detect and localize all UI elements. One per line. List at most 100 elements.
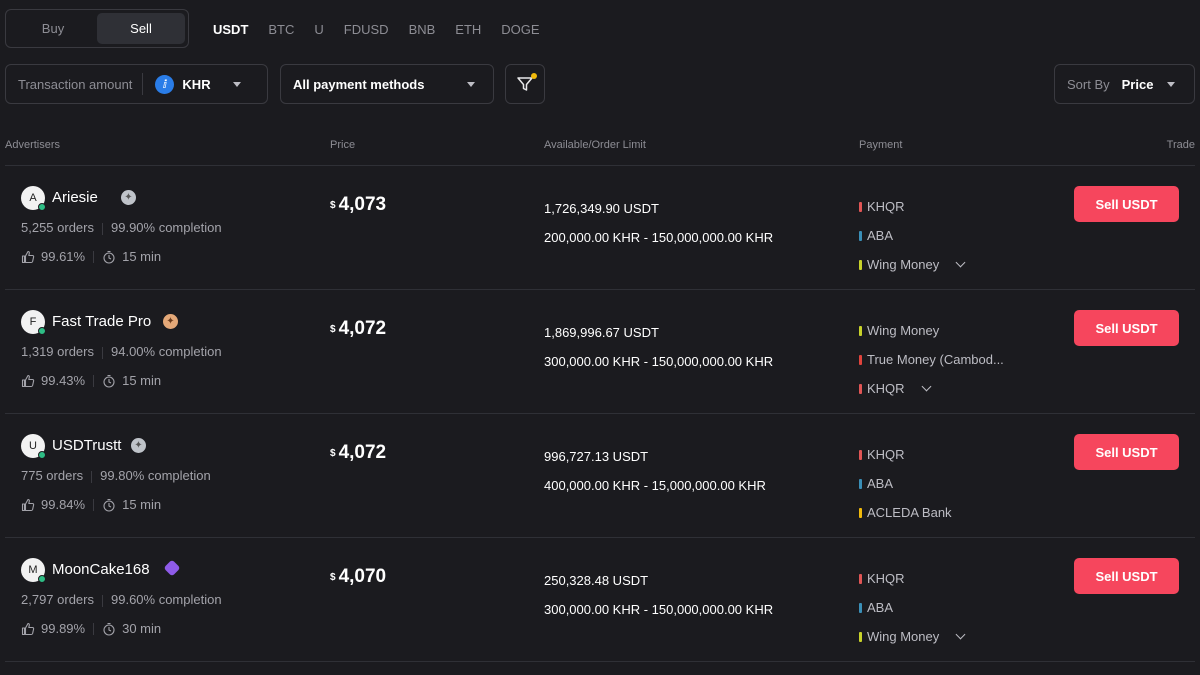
fiat-currency-select[interactable]: KHR [182, 77, 210, 92]
fiat-currency-icon: ⅈ [155, 74, 175, 94]
rating-stats: 99.89% 30 min [21, 621, 161, 636]
chevron-down-icon[interactable] [232, 81, 241, 87]
payment-color-bar [859, 201, 862, 212]
column-trade: Trade [1166, 139, 1195, 151]
ad-row: M MoonCake168 2,797 orders 99.60% complet… [5, 538, 1195, 662]
payment-color-bar [859, 573, 862, 584]
filter-button[interactable] [505, 64, 545, 104]
ad-price: $4,072 [330, 442, 386, 464]
advertiser-name[interactable]: Ariesie [52, 189, 98, 206]
positive-rating: 99.89% [41, 621, 86, 636]
order-count: 5,255 orders [21, 220, 94, 235]
completion-rate: 99.90% completion [111, 220, 222, 235]
expand-payments-chevron-icon[interactable] [921, 381, 932, 392]
payment-method-item: KHQR [859, 192, 964, 221]
sort-by-select[interactable]: Sort By Price [1054, 64, 1195, 104]
online-status-dot [38, 575, 46, 583]
payment-method-item: True Money (Cambod... [859, 345, 1004, 374]
payment-method-item: ABA [859, 469, 952, 498]
payment-method-name: KHQR [867, 381, 905, 396]
payment-methods-select[interactable]: All payment methods [280, 64, 494, 104]
divider [93, 250, 95, 263]
column-available: Available/Order Limit [544, 139, 646, 151]
divider [93, 498, 95, 511]
available-amount: 1,869,996.67 USDT [544, 325, 659, 340]
payment-method-item: ABA [859, 593, 964, 622]
timer-icon [103, 498, 115, 512]
payment-method-item: KHQR [859, 440, 952, 469]
asset-tab-eth[interactable]: ETH [455, 22, 481, 37]
payment-method-name: ABA [867, 600, 894, 615]
asset-tab-usdt[interactable]: USDT [213, 22, 248, 37]
merchant-badge-icon [163, 559, 181, 577]
avatar[interactable]: A [21, 186, 46, 211]
payment-method-name: ACLEDA Bank [867, 505, 952, 520]
payment-color-bar [859, 354, 862, 365]
transaction-amount-placeholder: Transaction amount [18, 76, 133, 92]
payment-methods: KHQR ABA Wing Money [859, 564, 966, 651]
avatar[interactable]: U [21, 434, 46, 459]
merchant-badge-icon: ✦ [163, 314, 178, 329]
payment-color-bar [859, 602, 862, 613]
thumbs-up-icon [21, 250, 35, 263]
order-limit: 300,000.00 KHR - 150,000,000.00 KHR [544, 354, 774, 369]
sell-tab[interactable]: Sell [97, 13, 185, 44]
advertiser-name[interactable]: USDTrustt [52, 437, 121, 454]
online-status-dot [38, 327, 46, 335]
order-count: 775 orders [21, 468, 84, 483]
price-value: 4,070 [338, 566, 387, 587]
asset-tab-doge[interactable]: DOGE [501, 22, 539, 37]
payment-method-name: True Money (Cambod... [867, 352, 1004, 367]
asset-tab-bnb[interactable]: BNB [409, 22, 436, 37]
availability: 250,328.48 USDT 300,000.00 KHR - 150,000… [544, 566, 773, 624]
sell-usdt-button[interactable]: Sell USDT [1074, 558, 1179, 594]
expand-payments-chevron-icon[interactable] [955, 629, 966, 640]
availability: 996,727.13 USDT 400,000.00 KHR - 15,000,… [544, 442, 766, 500]
payment-method-name: ABA [867, 476, 894, 491]
sell-usdt-button[interactable]: Sell USDT [1074, 434, 1179, 470]
asset-tab-u[interactable]: U [314, 22, 323, 37]
ad-row: U USDTrustt ✦ 775 orders 99.80% completio… [5, 414, 1195, 538]
asset-tab-btc[interactable]: BTC [268, 22, 294, 37]
asset-tab-fdusd[interactable]: FDUSD [344, 22, 389, 37]
available-amount: 250,328.48 USDT [544, 573, 649, 588]
table-header: Advertisers Price Available/Order Limit … [5, 139, 1195, 166]
rating-stats: 99.61% 15 min [21, 249, 161, 264]
ad-price: $4,072 [330, 318, 386, 340]
positive-rating: 99.43% [41, 373, 86, 388]
avatar[interactable]: M [21, 558, 46, 583]
sort-by-label: Sort By [1067, 76, 1110, 92]
payment-method-name: Wing Money [867, 629, 940, 644]
currency-symbol: $ [330, 324, 336, 335]
payment-method-name: ABA [867, 228, 894, 243]
online-status-dot [38, 203, 46, 211]
advertiser-name[interactable]: MoonCake168 [52, 561, 150, 578]
payment-method-name: Wing Money [867, 323, 940, 338]
sell-usdt-button[interactable]: Sell USDT [1074, 186, 1179, 222]
payment-method-item: Wing Money [859, 316, 1004, 345]
expand-payments-chevron-icon[interactable] [955, 257, 966, 268]
timer-icon [103, 374, 115, 388]
payment-method-item: ABA [859, 221, 964, 250]
order-count: 1,319 orders [21, 344, 94, 359]
filter-active-dot [531, 73, 537, 79]
completion-rate: 99.60% completion [111, 592, 222, 607]
avatar[interactable]: F [21, 310, 46, 335]
avatar-initial: M [28, 564, 38, 576]
buy-tab[interactable]: Buy [9, 13, 97, 44]
payment-time-limit: 30 min [122, 621, 162, 636]
timer-icon [103, 250, 115, 264]
payment-color-bar [859, 230, 862, 241]
asset-tabs: USDT BTC U FDUSD BNB ETH DOGE [213, 22, 560, 37]
advertiser-name[interactable]: Fast Trade Pro [52, 313, 151, 330]
transaction-amount-field[interactable]: Transaction amount ⅈ KHR [5, 64, 268, 104]
thumbs-up-icon [21, 622, 35, 635]
buy-sell-toggle: Buy Sell [5, 9, 189, 48]
payment-color-bar [859, 507, 862, 518]
avatar-initial: U [29, 440, 37, 452]
availability: 1,869,996.67 USDT 300,000.00 KHR - 150,0… [544, 318, 773, 376]
ad-row: A Ariesie ✦ 5,255 orders 99.90% completio… [5, 166, 1195, 290]
sell-usdt-button[interactable]: Sell USDT [1074, 310, 1179, 346]
payment-color-bar [859, 631, 862, 642]
rating-stats: 99.84% 15 min [21, 497, 161, 512]
